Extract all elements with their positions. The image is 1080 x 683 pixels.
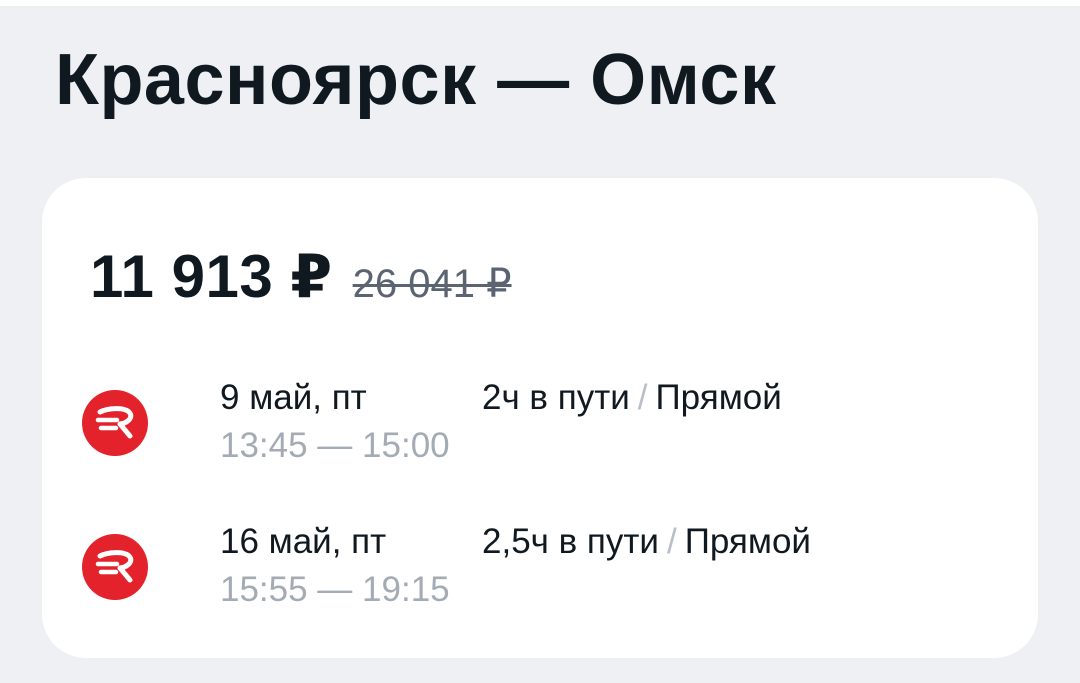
flight-row-return[interactable]: 16 май, пт 15:55 — 19:15 2,5ч в пути / Пря… [82,520,982,630]
flight-type: Прямой [655,378,782,417]
flight-info: 2,5ч в пути / Прямой [482,522,811,562]
price-old: 26 041 ₽ [352,262,512,306]
offer-card[interactable]: 11 913 ₽ 26 041 ₽ 9 май, пт 13:45 — 15:0… [42,178,1038,658]
flight-duration: 2ч в пути [482,378,630,417]
airline-logo-icon [82,534,148,600]
flight-duration: 2,5ч в пути [482,522,659,561]
price-row: 11 913 ₽ 26 041 ₽ [90,242,512,312]
route-title: Красноярск — Омск [55,40,777,120]
flight-date: 9 май, пт [220,378,367,417]
top-strip [0,0,1080,6]
flight-time: 15:55 — 19:15 [220,570,450,609]
flight-date: 16 май, пт [220,522,387,561]
flight-row-outbound[interactable]: 9 май, пт 13:45 — 15:00 2ч в пути / Прямой [82,376,982,486]
airline-logo-icon [82,390,148,456]
flight-time: 13:45 — 15:00 [220,426,450,465]
price-current: 11 913 ₽ [90,243,333,310]
flight-info-separator: / [666,522,677,561]
flight-type: Прямой [684,522,811,561]
flight-info: 2ч в пути / Прямой [482,378,782,418]
flight-info-separator: / [637,378,648,417]
